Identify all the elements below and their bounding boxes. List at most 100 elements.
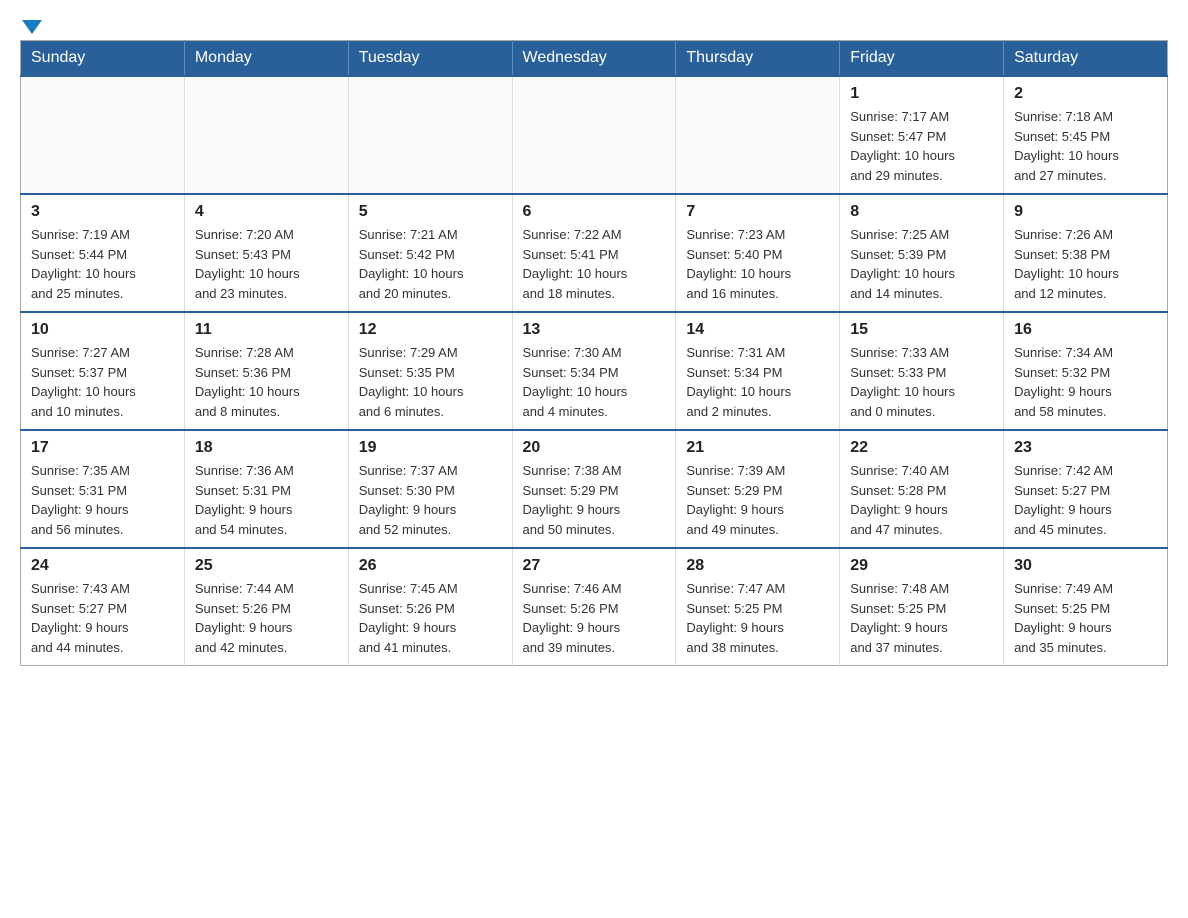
calendar-day-cell: 18 Sunrise: 7:36 AM Sunset: 5:31 PM Dayli… bbox=[184, 430, 348, 548]
calendar-day-cell: 21 Sunrise: 7:39 AM Sunset: 5:29 PM Dayli… bbox=[676, 430, 840, 548]
day-info: Sunrise: 7:43 AM Sunset: 5:27 PM Dayligh… bbox=[31, 579, 174, 657]
logo-arrow-icon bbox=[22, 20, 42, 34]
day-info: Sunrise: 7:42 AM Sunset: 5:27 PM Dayligh… bbox=[1014, 461, 1157, 539]
day-number: 15 bbox=[850, 321, 993, 339]
day-info: Sunrise: 7:49 AM Sunset: 5:25 PM Dayligh… bbox=[1014, 579, 1157, 657]
day-info: Sunrise: 7:19 AM Sunset: 5:44 PM Dayligh… bbox=[31, 225, 174, 303]
calendar-day-cell: 2 Sunrise: 7:18 AM Sunset: 5:45 PM Daylig… bbox=[1004, 76, 1168, 194]
day-number: 16 bbox=[1014, 321, 1157, 339]
calendar-day-cell: 9Sunrise: 7:26 AM Sunset: 5:38 PM Daylig… bbox=[1004, 194, 1168, 312]
calendar-day-cell: 17 Sunrise: 7:35 AM Sunset: 5:31 PM Dayli… bbox=[21, 430, 185, 548]
calendar-day-cell: 12 Sunrise: 7:29 AM Sunset: 5:35 PM Dayli… bbox=[348, 312, 512, 430]
calendar-day-cell: 27 Sunrise: 7:46 AM Sunset: 5:26 PM Dayli… bbox=[512, 548, 676, 666]
weekday-header-monday: Monday bbox=[184, 41, 348, 77]
day-info: Sunrise: 7:17 AM Sunset: 5:47 PM Dayligh… bbox=[850, 107, 993, 185]
calendar-week-row: 3 Sunrise: 7:19 AM Sunset: 5:44 PM Daylig… bbox=[21, 194, 1168, 312]
calendar-day-cell: 8 Sunrise: 7:25 AM Sunset: 5:39 PM Daylig… bbox=[840, 194, 1004, 312]
day-info: Sunrise: 7:22 AM Sunset: 5:41 PM Dayligh… bbox=[523, 225, 666, 303]
day-info: Sunrise: 7:48 AM Sunset: 5:25 PM Dayligh… bbox=[850, 579, 993, 657]
day-info: Sunrise: 7:20 AM Sunset: 5:43 PM Dayligh… bbox=[195, 225, 338, 303]
day-info: Sunrise: 7:31 AM Sunset: 5:34 PM Dayligh… bbox=[686, 343, 829, 421]
calendar-day-cell: 1 Sunrise: 7:17 AM Sunset: 5:47 PM Daylig… bbox=[840, 76, 1004, 194]
day-number: 14 bbox=[686, 321, 829, 339]
day-info: Sunrise: 7:18 AM Sunset: 5:45 PM Dayligh… bbox=[1014, 107, 1157, 185]
day-number: 9 bbox=[1014, 203, 1157, 221]
calendar-day-cell: 25 Sunrise: 7:44 AM Sunset: 5:26 PM Dayli… bbox=[184, 548, 348, 666]
calendar-day-cell bbox=[512, 76, 676, 194]
day-number: 26 bbox=[359, 557, 502, 575]
calendar-day-cell: 13 Sunrise: 7:30 AM Sunset: 5:34 PM Dayli… bbox=[512, 312, 676, 430]
day-number: 8 bbox=[850, 203, 993, 221]
weekday-header-wednesday: Wednesday bbox=[512, 41, 676, 77]
calendar-day-cell: 29 Sunrise: 7:48 AM Sunset: 5:25 PM Dayli… bbox=[840, 548, 1004, 666]
calendar-day-cell: 19 Sunrise: 7:37 AM Sunset: 5:30 PM Dayli… bbox=[348, 430, 512, 548]
weekday-header-friday: Friday bbox=[840, 41, 1004, 77]
calendar-day-cell: 22 Sunrise: 7:40 AM Sunset: 5:28 PM Dayli… bbox=[840, 430, 1004, 548]
calendar-day-cell: 11 Sunrise: 7:28 AM Sunset: 5:36 PM Dayli… bbox=[184, 312, 348, 430]
day-info: Sunrise: 7:44 AM Sunset: 5:26 PM Dayligh… bbox=[195, 579, 338, 657]
day-info: Sunrise: 7:37 AM Sunset: 5:30 PM Dayligh… bbox=[359, 461, 502, 539]
calendar-week-row: 1 Sunrise: 7:17 AM Sunset: 5:47 PM Daylig… bbox=[21, 76, 1168, 194]
calendar-day-cell bbox=[21, 76, 185, 194]
calendar-day-cell: 10 Sunrise: 7:27 AM Sunset: 5:37 PM Dayli… bbox=[21, 312, 185, 430]
day-number: 7 bbox=[686, 203, 829, 221]
day-number: 24 bbox=[31, 557, 174, 575]
day-number: 17 bbox=[31, 439, 174, 457]
day-info: Sunrise: 7:27 AM Sunset: 5:37 PM Dayligh… bbox=[31, 343, 174, 421]
day-info: Sunrise: 7:21 AM Sunset: 5:42 PM Dayligh… bbox=[359, 225, 502, 303]
calendar-day-cell: 23 Sunrise: 7:42 AM Sunset: 5:27 PM Dayli… bbox=[1004, 430, 1168, 548]
day-info: Sunrise: 7:28 AM Sunset: 5:36 PM Dayligh… bbox=[195, 343, 338, 421]
weekday-header-thursday: Thursday bbox=[676, 41, 840, 77]
day-info: Sunrise: 7:40 AM Sunset: 5:28 PM Dayligh… bbox=[850, 461, 993, 539]
day-number: 29 bbox=[850, 557, 993, 575]
calendar-day-cell: 6 Sunrise: 7:22 AM Sunset: 5:41 PM Daylig… bbox=[512, 194, 676, 312]
day-info: Sunrise: 7:34 AM Sunset: 5:32 PM Dayligh… bbox=[1014, 343, 1157, 421]
day-info: Sunrise: 7:33 AM Sunset: 5:33 PM Dayligh… bbox=[850, 343, 993, 421]
calendar-day-cell: 4Sunrise: 7:20 AM Sunset: 5:43 PM Daylig… bbox=[184, 194, 348, 312]
day-number: 3 bbox=[31, 203, 174, 221]
day-number: 6 bbox=[523, 203, 666, 221]
day-number: 23 bbox=[1014, 439, 1157, 457]
day-number: 1 bbox=[850, 85, 993, 103]
calendar-body: 1 Sunrise: 7:17 AM Sunset: 5:47 PM Daylig… bbox=[21, 76, 1168, 666]
day-info: Sunrise: 7:39 AM Sunset: 5:29 PM Dayligh… bbox=[686, 461, 829, 539]
day-info: Sunrise: 7:36 AM Sunset: 5:31 PM Dayligh… bbox=[195, 461, 338, 539]
day-number: 10 bbox=[31, 321, 174, 339]
day-number: 20 bbox=[523, 439, 666, 457]
day-number: 21 bbox=[686, 439, 829, 457]
page-header bbox=[20, 20, 1168, 30]
day-info: Sunrise: 7:30 AM Sunset: 5:34 PM Dayligh… bbox=[523, 343, 666, 421]
calendar-day-cell: 3 Sunrise: 7:19 AM Sunset: 5:44 PM Daylig… bbox=[21, 194, 185, 312]
day-info: Sunrise: 7:29 AM Sunset: 5:35 PM Dayligh… bbox=[359, 343, 502, 421]
day-number: 11 bbox=[195, 321, 338, 339]
day-info: Sunrise: 7:47 AM Sunset: 5:25 PM Dayligh… bbox=[686, 579, 829, 657]
day-number: 25 bbox=[195, 557, 338, 575]
calendar-day-cell: 26Sunrise: 7:45 AM Sunset: 5:26 PM Dayli… bbox=[348, 548, 512, 666]
calendar-day-cell: 5 Sunrise: 7:21 AM Sunset: 5:42 PM Daylig… bbox=[348, 194, 512, 312]
calendar-day-cell: 24 Sunrise: 7:43 AM Sunset: 5:27 PM Dayli… bbox=[21, 548, 185, 666]
calendar-week-row: 17 Sunrise: 7:35 AM Sunset: 5:31 PM Dayli… bbox=[21, 430, 1168, 548]
day-number: 12 bbox=[359, 321, 502, 339]
calendar-day-cell bbox=[184, 76, 348, 194]
day-number: 18 bbox=[195, 439, 338, 457]
calendar-day-cell: 14 Sunrise: 7:31 AM Sunset: 5:34 PM Dayli… bbox=[676, 312, 840, 430]
day-number: 13 bbox=[523, 321, 666, 339]
day-number: 2 bbox=[1014, 85, 1157, 103]
day-info: Sunrise: 7:25 AM Sunset: 5:39 PM Dayligh… bbox=[850, 225, 993, 303]
calendar-day-cell: 7 Sunrise: 7:23 AM Sunset: 5:40 PM Daylig… bbox=[676, 194, 840, 312]
day-number: 19 bbox=[359, 439, 502, 457]
calendar-day-cell: 16 Sunrise: 7:34 AM Sunset: 5:32 PM Dayli… bbox=[1004, 312, 1168, 430]
calendar-day-cell: 28Sunrise: 7:47 AM Sunset: 5:25 PM Dayli… bbox=[676, 548, 840, 666]
day-number: 22 bbox=[850, 439, 993, 457]
day-info: Sunrise: 7:35 AM Sunset: 5:31 PM Dayligh… bbox=[31, 461, 174, 539]
calendar-day-cell: 30Sunrise: 7:49 AM Sunset: 5:25 PM Dayli… bbox=[1004, 548, 1168, 666]
weekday-header-sunday: Sunday bbox=[21, 41, 185, 77]
calendar-week-row: 10 Sunrise: 7:27 AM Sunset: 5:37 PM Dayli… bbox=[21, 312, 1168, 430]
day-number: 27 bbox=[523, 557, 666, 575]
calendar-day-cell bbox=[676, 76, 840, 194]
calendar-day-cell: 20Sunrise: 7:38 AM Sunset: 5:29 PM Dayli… bbox=[512, 430, 676, 548]
day-number: 5 bbox=[359, 203, 502, 221]
calendar-day-cell: 15 Sunrise: 7:33 AM Sunset: 5:33 PM Dayli… bbox=[840, 312, 1004, 430]
day-info: Sunrise: 7:46 AM Sunset: 5:26 PM Dayligh… bbox=[523, 579, 666, 657]
day-info: Sunrise: 7:23 AM Sunset: 5:40 PM Dayligh… bbox=[686, 225, 829, 303]
